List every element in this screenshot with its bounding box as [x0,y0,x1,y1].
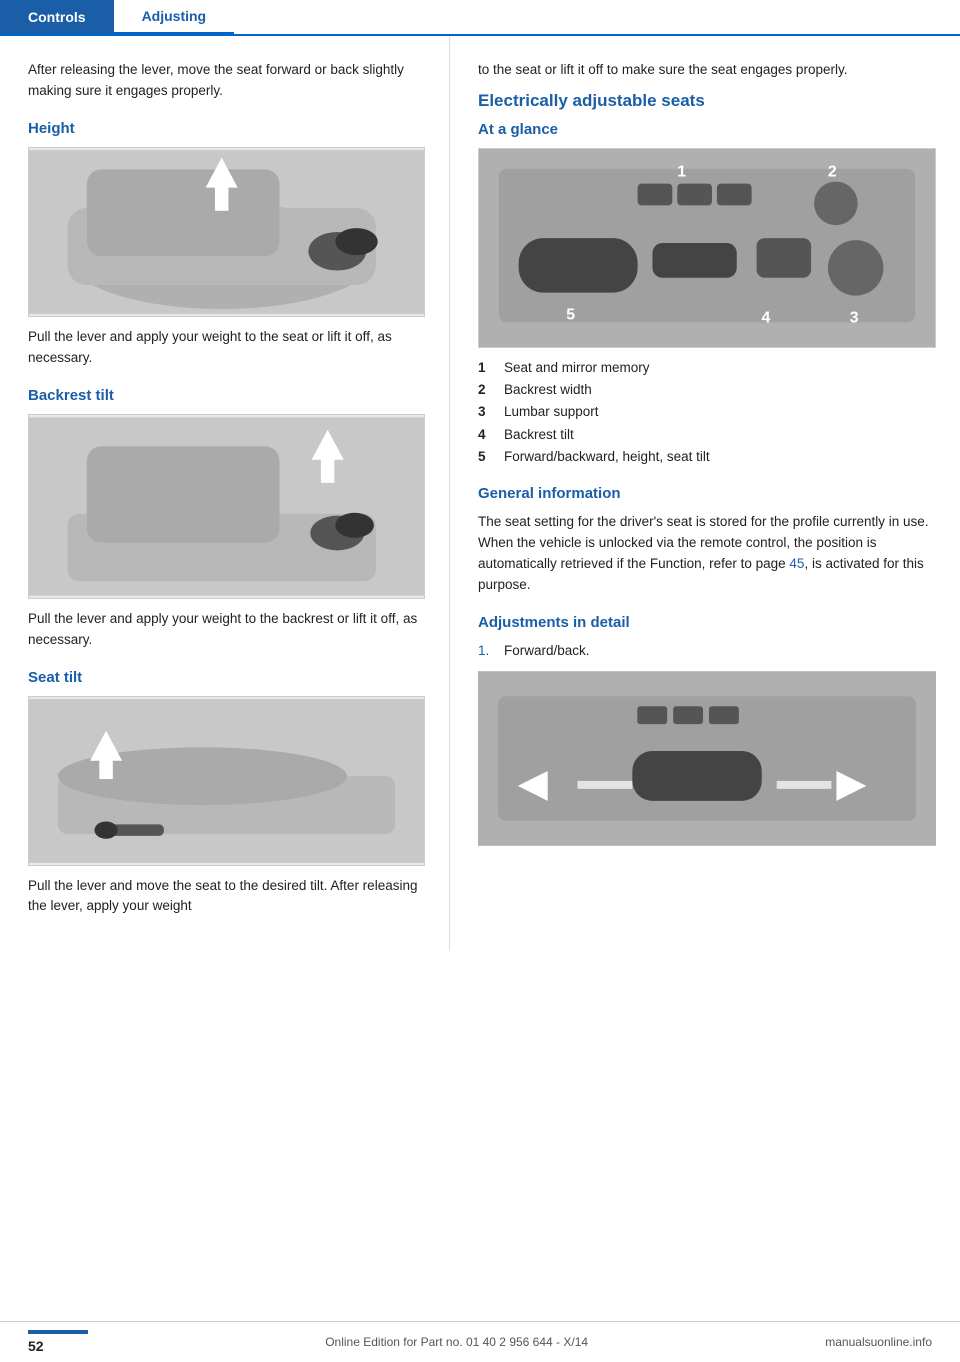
seat-tilt-svg [29,696,424,866]
at-a-glance-heading: At a glance [478,121,936,138]
backrest-image [28,414,425,599]
item-1-label: Seat and mirror memory [504,358,650,378]
list-item-1: 1 Seat and mirror memory [478,358,936,378]
left-column: After releasing the lever, move the seat… [0,36,450,951]
general-info-text: The seat setting for the driver's seat i… [478,512,936,596]
height-caption: Pull the lever and apply your weight to … [28,327,425,369]
control-diagram-image: 1 2 5 4 3 [478,148,936,348]
height-svg [29,147,424,317]
tab-adjusting[interactable]: Adjusting [114,0,235,34]
footer-left: 52 [28,1330,88,1354]
height-heading: Height [28,120,425,137]
seat-tilt-heading: Seat tilt [28,669,425,686]
item-3-label: Lumbar support [504,402,599,422]
forward-back-svg [478,671,936,846]
footer-right: manualsuonline.info [825,1335,932,1349]
tab-adjusting-label: Adjusting [142,8,207,24]
footer: 52 Online Edition for Part no. 01 40 2 9… [0,1321,960,1362]
item-1-num: 1 [478,358,494,378]
height-image [28,147,425,317]
control-diagram-svg: 1 2 5 4 3 [479,148,935,348]
forward-back-image [478,671,936,846]
svg-text:1: 1 [677,164,686,181]
item-5-label: Forward/backward, height, seat tilt [504,447,710,467]
intro-text: After releasing the lever, move the seat… [28,60,425,102]
adjustments-list: 1. Forward/back. [478,641,936,661]
list-item-2: 2 Backrest width [478,380,936,400]
item-4-label: Backrest tilt [504,425,574,445]
page-wrapper: Controls Adjusting After releasing the l… [0,0,960,1362]
backrest-svg [29,414,424,599]
svg-text:2: 2 [828,164,837,181]
page-number: 52 [28,1338,44,1354]
item-3-num: 3 [478,402,494,422]
svg-text:4: 4 [762,309,771,326]
item-5-num: 5 [478,447,494,467]
tab-controls[interactable]: Controls [0,0,114,34]
main-title: Electrically adjustable seats [478,91,936,111]
general-info-heading: General information [478,485,936,502]
item-2-num: 2 [478,380,494,400]
tab-bar: Controls Adjusting [0,0,960,36]
item-2-label: Backrest width [504,380,592,400]
content-area: After releasing the lever, move the seat… [0,36,960,951]
backrest-caption: Pull the lever and apply your weight to … [28,609,425,651]
step-1-num: 1. [478,641,498,661]
seat-tilt-caption: Pull the lever and move the seat to the … [28,876,425,918]
control-items-list: 1 Seat and mirror memory 2 Backrest widt… [478,358,936,467]
seat-tilt-image [28,696,425,866]
svg-text:3: 3 [850,309,859,326]
main-content: After releasing the lever, move the seat… [0,36,960,1321]
list-item-3: 3 Lumbar support [478,402,936,422]
footer-line [28,1330,88,1334]
step-1-label: Forward/back. [504,641,590,661]
right-intro: to the seat or lift it off to make sure … [478,60,936,81]
adjustments-heading: Adjustments in detail [478,614,936,631]
backrest-heading: Backrest tilt [28,387,425,404]
item-4-num: 4 [478,425,494,445]
svg-text:5: 5 [566,306,575,323]
right-column: to the seat or lift it off to make sure … [450,36,960,951]
list-item-5: 5 Forward/backward, height, seat tilt [478,447,936,467]
list-item-4: 4 Backrest tilt [478,425,936,445]
footer-center: Online Edition for Part no. 01 40 2 956 … [325,1335,588,1349]
tab-controls-label: Controls [28,9,86,25]
page-link[interactable]: 45 [789,556,804,571]
step-1: 1. Forward/back. [478,641,936,661]
